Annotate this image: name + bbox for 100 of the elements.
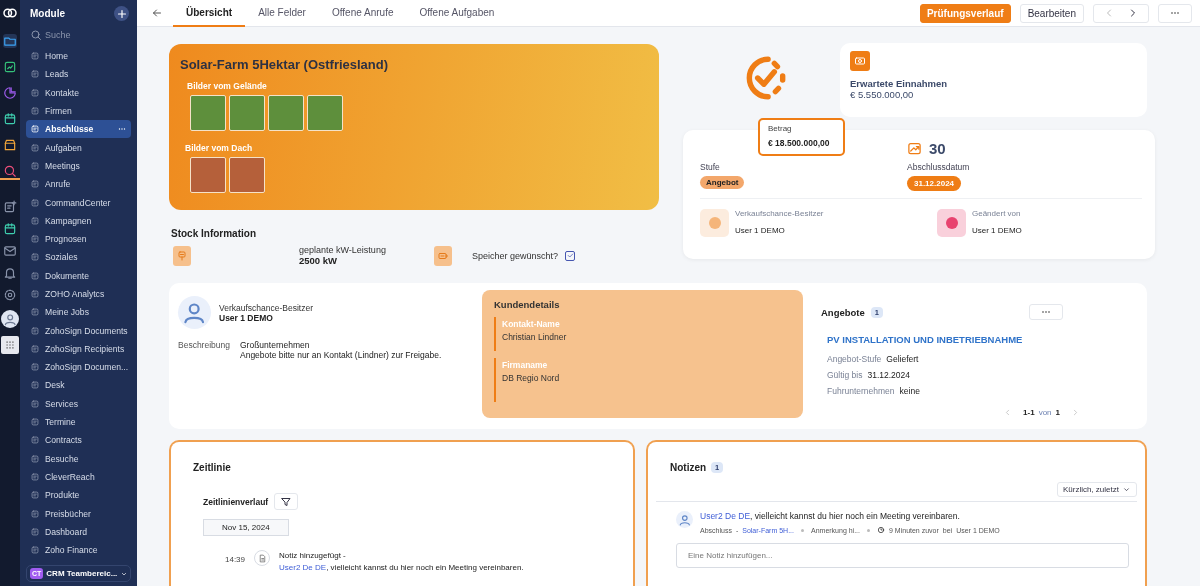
module-item[interactable]: Soziales (26, 248, 131, 267)
photo-placeholder[interactable] (190, 157, 226, 193)
field-label: Fuhrunternehmen (827, 386, 895, 396)
calendar-icon[interactable] (3, 222, 17, 236)
quote-link[interactable]: PV INSTALLATION UND INBETRIEBNAHME (827, 334, 1129, 345)
section-title: Notizen (670, 462, 707, 473)
module-icon (30, 124, 40, 135)
store-icon[interactable] (3, 138, 17, 152)
module-item[interactable]: Kontakte (26, 83, 131, 102)
folder-icon[interactable] (3, 34, 17, 48)
module-icon (30, 197, 40, 208)
module-icon (30, 362, 40, 373)
tab[interactable]: Alle Felder (245, 0, 319, 27)
module-item[interactable]: CommandCenter (26, 193, 131, 212)
module-item[interactable]: Zoho Finance (26, 541, 131, 560)
note-add-icon[interactable] (3, 200, 17, 214)
module-icon (30, 160, 40, 171)
module-item[interactable]: Aufgaben (26, 138, 131, 157)
module-item[interactable]: ZohoSign Documen... (26, 358, 131, 377)
filter-icon (280, 495, 293, 508)
pie-chart-icon[interactable] (3, 86, 17, 100)
module-icon (30, 435, 40, 446)
module-icon (30, 325, 40, 336)
module-icon (30, 380, 40, 391)
field-value: User 1 DEMO (972, 226, 1022, 235)
deal-title: Solar-Farm 5Hektar (Ostfriesland) (180, 57, 390, 72)
module-item[interactable]: Preisbücher (26, 504, 131, 523)
module-icon (30, 398, 40, 409)
module-icon (30, 270, 40, 281)
module-item[interactable]: Produkte (26, 486, 131, 505)
photo-placeholder[interactable] (229, 95, 265, 131)
settings-icon[interactable] (3, 288, 17, 302)
edit-button[interactable]: Bearbeiten (1019, 3, 1084, 23)
plug-icon (173, 245, 191, 266)
caret-icon (1122, 485, 1131, 494)
panel-title: Kundendetails (494, 299, 561, 310)
calendar-icon[interactable] (3, 112, 17, 126)
note-field[interactable]: Eine Notiz hinzufügen... (676, 543, 1129, 568)
field-value: User 1 DEMO (735, 226, 786, 235)
back-arrow-icon[interactable] (151, 7, 163, 19)
tab[interactable]: Offene Aufgaben (406, 0, 508, 27)
module-item[interactable]: Prognosen (26, 229, 131, 249)
field-label: Geändert von (972, 209, 1022, 218)
module-item[interactable]: Abschlüsse (26, 120, 131, 139)
module-item[interactable]: Anrufe (26, 175, 131, 194)
module-item[interactable]: Contracts (26, 431, 131, 450)
date-chip: Nov 15, 2024 (203, 519, 289, 536)
module-item[interactable]: Firmen (26, 101, 131, 121)
trend-icon (907, 141, 922, 156)
photo-placeholder[interactable] (307, 95, 343, 131)
photo-placeholder[interactable] (190, 95, 226, 131)
module-item[interactable]: Home (26, 47, 131, 66)
mail-icon[interactable] (3, 244, 17, 258)
module-item[interactable]: Leads (26, 65, 131, 84)
module-icon (30, 307, 40, 318)
module-item[interactable]: CleverReach (26, 467, 131, 487)
clock-icon (700, 209, 729, 237)
section-title: Stock Information (171, 228, 257, 239)
photo-placeholder[interactable] (229, 157, 265, 193)
chart-icon[interactable] (3, 60, 17, 74)
field-label: Speicher gewünscht? (472, 250, 559, 261)
module-item[interactable]: Besuche (26, 449, 131, 468)
module-icon (30, 179, 40, 190)
module-item[interactable]: ZohoSign Recipients (26, 339, 131, 359)
filter-button[interactable] (274, 493, 299, 510)
search-icon[interactable] (3, 164, 17, 178)
tab[interactable]: Offene Anrufe (318, 0, 407, 27)
module-item[interactable]: Dashboard (26, 522, 131, 541)
page-range: 1-1 (1023, 408, 1035, 417)
field-label: Verkaufschance-Besitzer (735, 209, 824, 218)
revenue-label: Erwartete Einnahmen (850, 78, 949, 89)
date-tag: 31.12.2024 (907, 176, 962, 191)
page-of: von (1038, 408, 1052, 417)
add-button[interactable] (114, 6, 129, 21)
module-item[interactable]: Services (26, 394, 131, 413)
entry-text: User2 De DE, vielleicht kannst du hier noch ein Meeting vereinbaren. (279, 561, 524, 574)
module-icon (30, 471, 40, 482)
gallery-label: Bilder vom Gelände (187, 81, 268, 91)
module-icon (30, 545, 40, 556)
module-item[interactable]: ZOHO Analytcs (26, 284, 131, 304)
module-item[interactable]: Meetings (26, 156, 131, 176)
module-item[interactable]: Meine Jobs (26, 303, 131, 322)
apps-grid-icon[interactable] (1, 336, 19, 354)
more-button[interactable] (1029, 304, 1063, 320)
note-text: User2 De DE, vielleicht kannst du hier noch ein Meeting vereinbaren. (700, 511, 961, 521)
sort-dropdown[interactable]: Kürzlich, zuletzt (1056, 482, 1137, 497)
avatar[interactable] (1, 310, 19, 328)
module-item[interactable]: Termine (26, 412, 131, 432)
module-item[interactable]: Kampagnen (26, 211, 131, 230)
module-item[interactable]: Desk (26, 376, 131, 395)
photo-placeholder[interactable] (268, 95, 304, 131)
module-item[interactable]: Dokumente (26, 266, 131, 285)
search-field[interactable]: Suche (45, 30, 125, 40)
module-item[interactable]: ZohoSign Documents (26, 321, 131, 340)
field-label: Angebot-Stufe (827, 354, 882, 364)
checkbox[interactable] (565, 250, 576, 261)
owner-name: User 1 DEMO (219, 312, 274, 323)
field-value: Geliefert (886, 354, 919, 364)
tab[interactable]: Übersicht (173, 0, 246, 27)
bell-icon[interactable] (3, 266, 17, 280)
